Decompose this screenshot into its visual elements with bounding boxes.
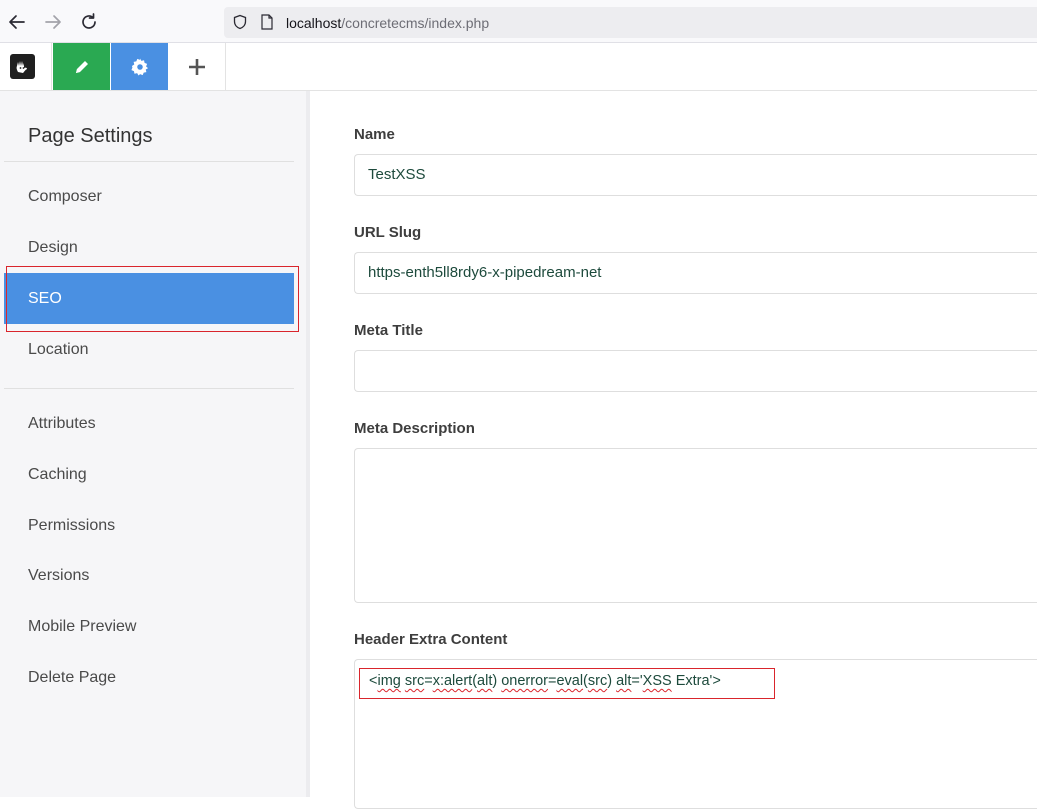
code-token: ) xyxy=(492,673,502,689)
code-token: img xyxy=(377,673,401,689)
name-input[interactable]: TestXSS xyxy=(354,154,1037,196)
name-label: Name xyxy=(354,126,395,143)
code-token: =' xyxy=(631,673,643,689)
address-bar[interactable]: localhost/concretecms/index.php xyxy=(224,7,1037,38)
page-settings-sidebar: Page Settings Composer Design SEO Locati… xyxy=(0,91,310,797)
code-token: x:alert xyxy=(432,673,473,689)
edit-mode-button[interactable] xyxy=(53,43,110,90)
concrete-logo-button[interactable] xyxy=(0,43,52,90)
plus-icon xyxy=(189,58,205,75)
reload-icon[interactable] xyxy=(78,11,100,33)
sidebar-item-design[interactable]: Design xyxy=(4,222,294,273)
sidebar-item-delete-page[interactable]: Delete Page xyxy=(4,652,294,703)
page-settings-button[interactable] xyxy=(111,43,168,90)
url-slug-label: URL Slug xyxy=(354,224,422,241)
code-token: src xyxy=(587,673,608,689)
code-token: eval xyxy=(556,673,584,689)
url-host: localhost xyxy=(286,15,342,31)
sidebar-item-mobile-preview[interactable]: Mobile Preview xyxy=(4,601,294,652)
code-token: XSS xyxy=(642,673,672,689)
cms-toolbar xyxy=(0,43,1037,91)
browser-toolbar: localhost/concretecms/index.php xyxy=(0,0,1037,43)
sidebar-item-versions[interactable]: Versions xyxy=(4,550,294,601)
meta-title-input[interactable] xyxy=(354,350,1037,392)
code-token: = xyxy=(424,673,433,689)
gear-icon xyxy=(131,58,148,75)
sidebar-item-location[interactable]: Location xyxy=(4,324,294,375)
concrete-hand-logo-icon xyxy=(10,54,35,79)
meta-description-label: Meta Description xyxy=(354,420,475,437)
sidebar-item-seo[interactable]: SEO xyxy=(4,273,294,324)
code-token: src xyxy=(404,673,425,689)
url-slug-input[interactable]: https-enth5ll8rdy6-x-pipedream-net xyxy=(354,252,1037,294)
code-token: alt xyxy=(616,673,632,689)
sidebar-item-attributes[interactable]: Attributes xyxy=(4,398,294,449)
header-extra-content-label: Header Extra Content xyxy=(354,631,508,648)
add-content-button[interactable] xyxy=(169,43,226,90)
meta-title-label: Meta Title xyxy=(354,322,423,339)
header-extra-content-textarea[interactable]: <img src=x:alert(alt) onerror=eval(src) … xyxy=(354,659,1037,809)
url-path: /concretecms/index.php xyxy=(341,15,490,31)
sidebar-item-composer[interactable]: Composer xyxy=(4,171,294,222)
sidebar-item-permissions[interactable]: Permissions xyxy=(4,500,294,551)
code-token: onerror xyxy=(501,673,548,689)
code-token: alt xyxy=(477,673,493,689)
header-extra-content-value: <img src=x:alert(alt) onerror=eval(src) … xyxy=(369,673,721,689)
code-token: ) xyxy=(607,673,617,689)
meta-description-textarea[interactable] xyxy=(354,448,1037,603)
sidebar-item-caching[interactable]: Caching xyxy=(4,449,294,500)
pencil-icon xyxy=(75,60,88,73)
code-token: Extra'> xyxy=(671,673,721,689)
sidebar-divider xyxy=(4,388,294,389)
forward-arrow-icon[interactable] xyxy=(42,11,64,33)
page-icon xyxy=(261,14,273,30)
sidebar-title: Page Settings xyxy=(28,125,153,147)
url-text[interactable]: localhost/concretecms/index.php xyxy=(286,15,489,31)
back-arrow-icon[interactable] xyxy=(6,11,28,33)
seo-settings-form: Name TestXSS URL Slug https-enth5ll8rdy6… xyxy=(314,91,1037,809)
shield-icon[interactable] xyxy=(232,14,248,30)
sidebar-divider xyxy=(4,161,294,162)
